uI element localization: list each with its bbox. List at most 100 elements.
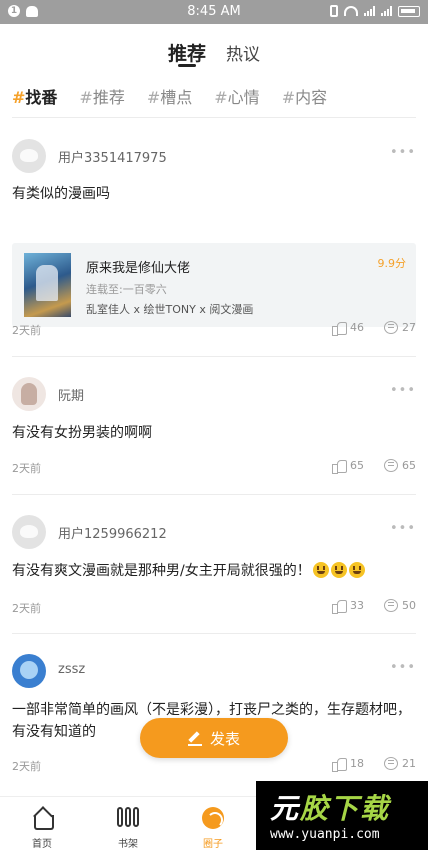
username[interactable]: 阮期 xyxy=(58,385,84,404)
avatar[interactable] xyxy=(12,654,46,688)
hashtag-label: 心情 xyxy=(227,88,260,107)
post-time: 2天前 xyxy=(12,602,41,615)
grinning-emoji-icon xyxy=(348,562,365,578)
tab-indicator xyxy=(178,64,196,67)
post-content: 有没有女扮男装的啊啊 xyxy=(12,425,152,441)
watermark-title-a: 元 xyxy=(270,792,301,825)
post-card[interactable]: 用户1259966212 ••• 有没有爽文漫画就是那种男/女主开局就很强的！ … xyxy=(12,515,416,615)
post-text: 有没有爽文漫画就是那种男/女主开局就很强的！ xyxy=(12,563,311,579)
avatar[interactable] xyxy=(12,377,46,411)
signal-icon-2 xyxy=(381,6,392,16)
watermark-logo: 元胶下载 www.yuanpi.com xyxy=(256,781,428,850)
comic-title: 原来我是修仙大佬 xyxy=(86,261,191,276)
username[interactable]: zssz xyxy=(58,662,85,677)
post-meta: 2天前 33 50 xyxy=(12,597,416,617)
avatar[interactable] xyxy=(12,515,46,549)
comic-cover-image xyxy=(24,253,71,317)
hashtag-content[interactable]: #内容 xyxy=(282,84,327,108)
hashtag-label: 找番 xyxy=(25,88,58,107)
pen-icon xyxy=(187,731,202,746)
like-button[interactable]: 18 xyxy=(332,757,364,772)
hash-icon: # xyxy=(12,88,26,107)
circle-icon xyxy=(202,807,224,829)
avatar[interactable] xyxy=(12,139,46,173)
top-tabs: 推荐 热议 xyxy=(0,32,428,72)
hashtag-recommend[interactable]: #推荐 xyxy=(79,84,124,108)
more-options-icon[interactable]: ••• xyxy=(390,383,416,398)
post-time: 2天前 xyxy=(12,324,41,337)
thumbs-up-icon xyxy=(332,459,347,474)
hashtag-filters: #找番 #推荐 #槽点 #心情 #内容 xyxy=(12,84,327,108)
hash-icon: # xyxy=(146,88,161,107)
comment-button[interactable]: 21 xyxy=(384,757,416,770)
divider xyxy=(12,356,416,357)
hashtag-label: 推荐 xyxy=(92,88,125,107)
like-count: 46 xyxy=(350,321,364,334)
like-button[interactable]: 46 xyxy=(332,321,364,336)
thumbs-up-icon xyxy=(332,321,347,336)
grinning-emoji-icon xyxy=(312,562,329,578)
home-icon xyxy=(31,807,54,830)
post-card[interactable]: 用户3351417975 ••• 有类似的漫画吗 原来我是修仙大佬 9.9分 连… xyxy=(12,139,416,339)
comment-button[interactable]: 50 xyxy=(384,599,416,612)
status-right xyxy=(330,5,420,17)
watermark-title-b: 胶下载 xyxy=(300,792,391,825)
comic-card[interactable]: 原来我是修仙大佬 9.9分 连载至:一百零六 乱室佳人 x 绘世TONY x 阅… xyxy=(12,243,416,327)
username[interactable]: 用户1259966212 xyxy=(58,523,167,542)
hash-icon: # xyxy=(79,88,93,107)
publish-label: 发表 xyxy=(209,729,240,748)
post-content: 有类似的漫画吗 xyxy=(12,186,110,202)
battery-icon xyxy=(398,5,420,17)
post-content: 有没有爽文漫画就是那种男/女主开局就很强的！ xyxy=(12,560,416,582)
comment-button[interactable]: 65 xyxy=(384,459,416,472)
comment-count: 27 xyxy=(402,321,416,334)
username[interactable]: 用户3351417975 xyxy=(58,147,167,166)
more-options-icon[interactable]: ••• xyxy=(390,521,416,536)
more-options-icon[interactable]: ••• xyxy=(390,145,416,160)
comment-icon xyxy=(384,599,398,612)
hashtag-find[interactable]: #找番 xyxy=(12,84,57,108)
post-meta: 2天前 65 65 xyxy=(12,457,416,477)
comment-icon xyxy=(384,757,398,770)
like-count: 18 xyxy=(350,757,364,770)
comment-icon xyxy=(384,459,398,472)
like-button[interactable]: 65 xyxy=(332,459,364,474)
nav-label: 首页 xyxy=(32,839,52,850)
like-button[interactable]: 33 xyxy=(332,599,364,614)
hashtag-label: 槽点 xyxy=(160,88,193,107)
comic-score: 9.9分 xyxy=(377,257,407,270)
more-options-icon[interactable]: ••• xyxy=(390,660,416,675)
post-time: 2天前 xyxy=(12,760,41,773)
hashtag-complaints[interactable]: #槽点 xyxy=(147,84,192,108)
nav-label: 圈子 xyxy=(203,839,223,850)
post-time: 2天前 xyxy=(12,462,41,475)
comment-count: 50 xyxy=(402,599,416,612)
hashtag-label: 内容 xyxy=(295,88,328,107)
tab-hot[interactable]: 热议 xyxy=(226,40,260,65)
post-header: zssz ••• xyxy=(12,654,416,688)
comment-button[interactable]: 27 xyxy=(384,321,416,334)
post-header: 用户1259966212 ••• xyxy=(12,515,416,549)
comic-authors: 乱室佳人 x 绘世TONY x 阅文漫画 xyxy=(86,303,254,316)
like-count: 33 xyxy=(350,599,364,612)
watermark-url: www.yuanpi.com xyxy=(270,827,380,842)
comic-progress: 连载至:一百零六 xyxy=(86,283,167,296)
status-bar: 1 8:45 AM xyxy=(0,0,428,24)
post-card[interactable]: 阮期 ••• 有没有女扮男装的啊啊 2天前 65 65 xyxy=(12,377,416,477)
publish-button[interactable]: 发表 xyxy=(140,718,288,758)
post-meta: 2天前 18 21 xyxy=(12,755,416,775)
nav-label: 书架 xyxy=(118,839,138,850)
comment-count: 21 xyxy=(402,757,416,770)
thumbs-up-icon xyxy=(332,599,347,614)
hashtag-mood[interactable]: #心情 xyxy=(214,84,259,108)
divider xyxy=(12,494,416,495)
comment-count: 65 xyxy=(402,459,416,472)
post-header: 用户3351417975 ••• xyxy=(12,139,416,173)
hash-icon: # xyxy=(281,88,296,107)
watermark-title: 元胶下载 xyxy=(270,787,390,827)
post-header: 阮期 ••• xyxy=(12,377,416,411)
bookshelf-icon xyxy=(117,807,139,829)
like-count: 65 xyxy=(350,459,364,472)
post-meta: 2天前 46 27 xyxy=(12,319,416,339)
tab-recommend[interactable]: 推荐 xyxy=(168,39,206,66)
